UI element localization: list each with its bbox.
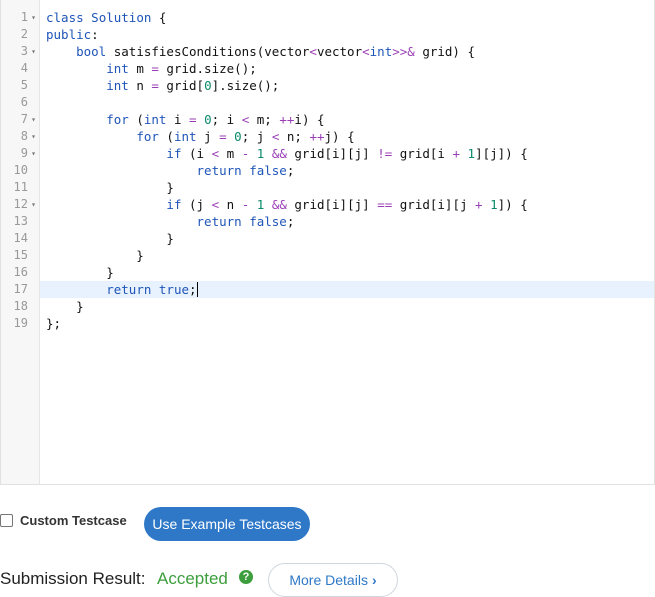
code-line[interactable]: 19}; xyxy=(14,315,654,332)
more-details-button[interactable]: More Details › xyxy=(268,563,398,597)
fold-arrow-icon[interactable]: ▾ xyxy=(29,128,38,145)
code-text: } xyxy=(46,231,174,246)
line-number: 7 xyxy=(20,112,28,126)
line-number: 17 xyxy=(13,282,28,296)
line-number: 10 xyxy=(13,163,28,177)
code-line[interactable]: 4 int m = grid.size(); xyxy=(21,60,654,77)
code-line[interactable]: 8 ▾ for (int j = 0; j < n; ++j) { xyxy=(21,128,654,145)
code-line[interactable]: 9 ▾ if (i < m - 1 && grid[i][j] != grid[i… xyxy=(21,145,654,162)
line-number: 18 xyxy=(13,299,28,313)
testcase-controls: Custom Testcase Use Example Testcases xyxy=(0,505,655,541)
more-details-label: More Details xyxy=(289,572,368,588)
line-number: 16 xyxy=(13,265,28,279)
line-number: 9 xyxy=(20,146,28,160)
line-number: 15 xyxy=(13,248,28,262)
code-text: for (int j = 0; j < n; ++j) { xyxy=(136,129,355,144)
code-text: } xyxy=(46,180,174,195)
submission-result: Submission Result: Accepted ? More Detai… xyxy=(0,563,655,597)
fold-arrow-icon[interactable]: ▾ xyxy=(29,111,38,128)
code-line[interactable]: 13 return false; xyxy=(14,213,654,230)
code-text: if (j < n - 1 && grid[i][j] == grid[i][j… xyxy=(166,197,528,212)
line-number: 6 xyxy=(20,95,28,109)
line-number: 1 xyxy=(20,10,28,24)
line-number: 13 xyxy=(13,214,28,228)
line-number: 5 xyxy=(20,78,28,92)
code-line[interactable]: 11 } xyxy=(14,179,654,196)
code-text: int m = grid.size(); xyxy=(106,61,257,76)
code-line[interactable]: 15 } xyxy=(14,247,654,264)
code-line[interactable]: 10 return false; xyxy=(14,162,654,179)
code-text: return false; xyxy=(196,214,295,229)
code-line[interactable]: 14 } xyxy=(14,230,654,247)
code-editor[interactable]: 1 ▾ class Solution {2 public: 3 ▾ bool satisf… xyxy=(0,0,655,485)
code-line[interactable]: 5 int n = grid[0].size(); xyxy=(21,77,654,94)
code-text: public: xyxy=(46,27,99,42)
code-line[interactable]: 16 } xyxy=(14,264,654,281)
code-text: if (i < m - 1 && grid[i][j] != grid[i + … xyxy=(166,146,528,161)
use-example-testcases-button[interactable]: Use Example Testcases xyxy=(144,507,310,541)
code-text: }; xyxy=(46,316,62,331)
line-number: 14 xyxy=(13,231,28,245)
text-cursor xyxy=(196,282,198,297)
code-text: return true; xyxy=(106,282,198,297)
line-number: 11 xyxy=(13,180,28,194)
fold-arrow-icon[interactable]: ▾ xyxy=(29,9,38,26)
line-number: 12 xyxy=(13,197,28,211)
code-text: int n = grid[0].size(); xyxy=(106,78,280,93)
submission-status: Accepted xyxy=(157,569,228,588)
fold-arrow-icon[interactable]: ▾ xyxy=(29,196,38,213)
line-number: 19 xyxy=(13,316,28,330)
code-text: return false; xyxy=(196,163,295,178)
code-line[interactable]: 12 ▾ if (j < n - 1 && grid[i][j] == grid[… xyxy=(14,196,654,213)
fold-arrow-icon[interactable]: ▾ xyxy=(29,145,38,162)
custom-testcase-label[interactable]: Custom Testcase xyxy=(20,513,127,528)
code-text: } xyxy=(46,299,84,314)
code-text: class Solution { xyxy=(46,10,167,25)
code-line[interactable]: 7 ▾ for (int i = 0; i < m; ++i) { xyxy=(21,111,654,128)
code-line[interactable]: 1 ▾ class Solution { xyxy=(21,9,654,26)
line-number: 4 xyxy=(20,61,28,75)
custom-testcase-checkbox[interactable] xyxy=(0,514,13,527)
code-line[interactable]: 3 ▾ bool satisfiesConditions(vector<vecto… xyxy=(21,43,654,60)
line-number: 3 xyxy=(20,44,28,58)
code-area[interactable]: 1 ▾ class Solution {2 public: 3 ▾ bool satisf… xyxy=(14,0,654,484)
code-text: for (int i = 0; i < m; ++i) { xyxy=(106,112,325,127)
code-line[interactable]: 17 return true; xyxy=(14,281,654,298)
code-text: } xyxy=(46,265,114,280)
line-number: 2 xyxy=(20,27,28,41)
line-number: 8 xyxy=(20,129,28,143)
code-line[interactable]: 18 } xyxy=(14,298,654,315)
code-text: bool satisfiesConditions(vector<vector<i… xyxy=(76,44,476,59)
code-line[interactable]: 6 xyxy=(21,94,654,111)
code-text: } xyxy=(46,248,144,263)
submission-result-label: Submission Result: xyxy=(0,569,146,588)
question-circle-icon[interactable]: ? xyxy=(239,570,253,584)
fold-arrow-icon[interactable]: ▾ xyxy=(29,43,38,60)
chevron-right-icon: › xyxy=(371,572,377,588)
code-line[interactable]: 2 public: xyxy=(21,26,654,43)
